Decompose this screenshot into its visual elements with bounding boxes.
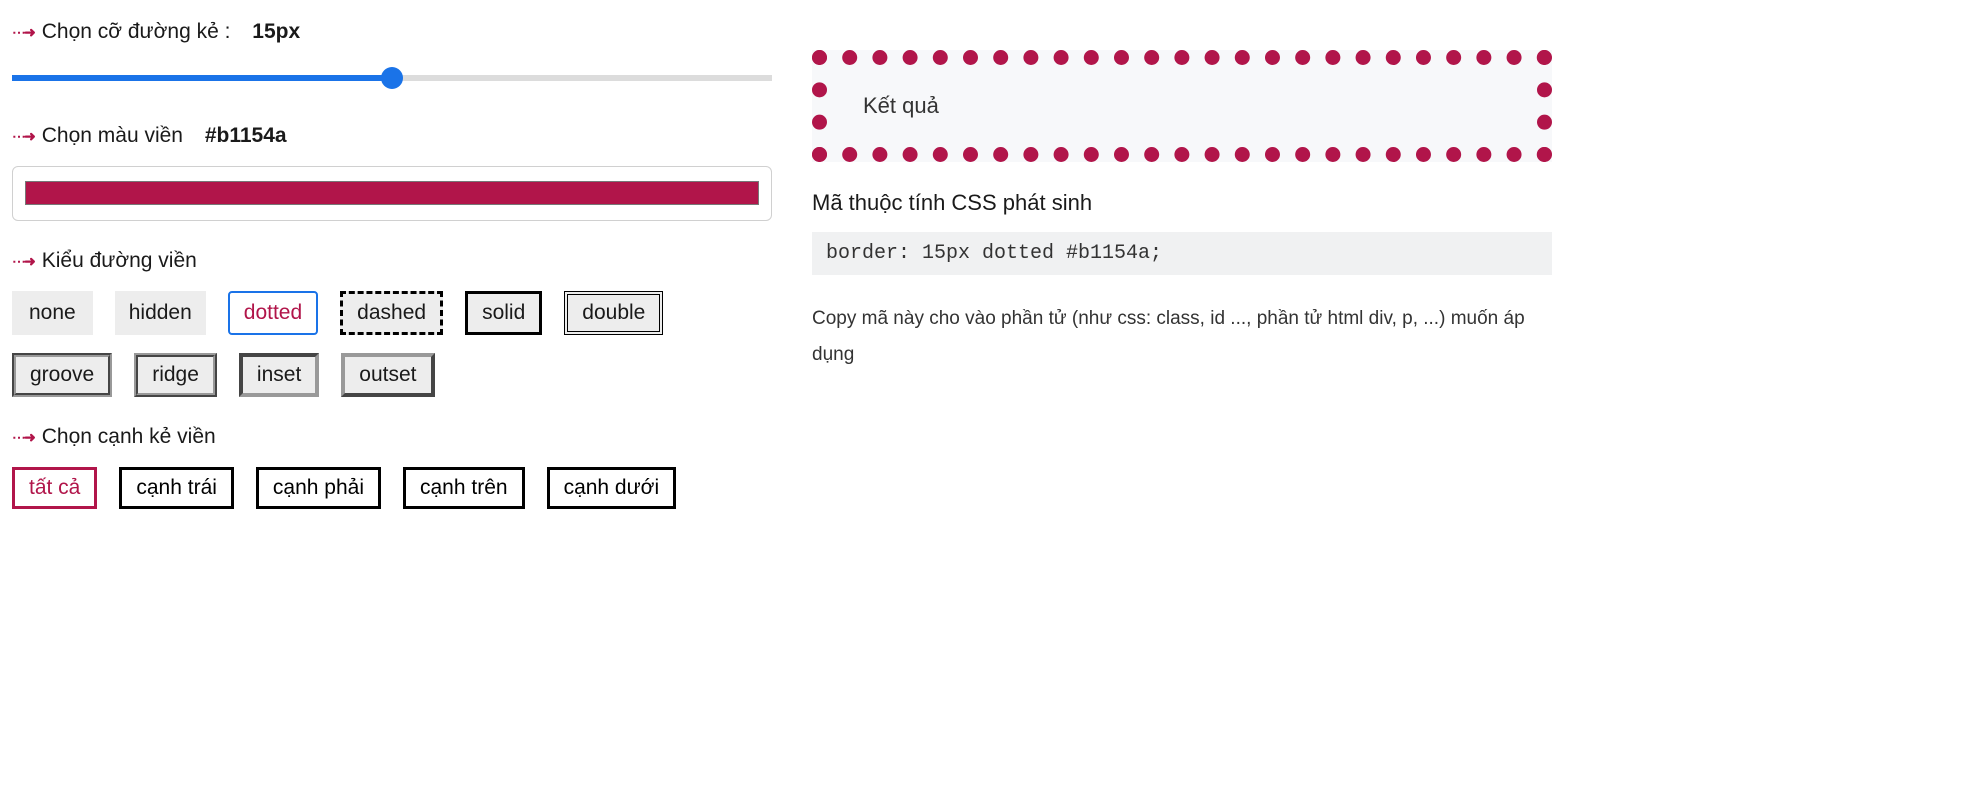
style-option-hidden[interactable]: hidden (115, 291, 206, 335)
style-option-none[interactable]: none (12, 291, 93, 335)
style-option-double[interactable]: double (564, 291, 663, 335)
arrow-right-icon: ⋯➜ (12, 24, 34, 41)
generated-css-code: border: 15px dotted #b1154a; (812, 232, 1552, 275)
side-option-all[interactable]: tất cả (12, 467, 97, 509)
border-side-label: Chọn cạnh kẻ viền (42, 425, 216, 449)
style-option-groove[interactable]: groove (12, 353, 112, 397)
style-option-dotted[interactable]: dotted (228, 291, 318, 335)
border-color-value: #b1154a (205, 124, 287, 148)
generated-css-hint: Copy mã này cho vào phần tử (như css: cl… (812, 301, 1552, 373)
border-size-section: ⋯➜ Chọn cỡ đường kẻ : 15px (12, 20, 772, 96)
border-side-header: ⋯➜ Chọn cạnh kẻ viền (12, 425, 772, 449)
result-preview: Kết quả (812, 50, 1552, 162)
border-style-header: ⋯➜ Kiểu đường viền (12, 249, 772, 273)
arrow-right-icon: ⋯➜ (12, 128, 34, 145)
border-color-input[interactable] (23, 177, 761, 209)
border-color-label: Chọn màu viền (42, 124, 183, 148)
border-side-section: ⋯➜ Chọn cạnh kẻ viền tất cả cạnh trái cạnh… (12, 425, 772, 509)
border-size-value: 15px (252, 20, 300, 44)
border-color-section: ⋯➜ Chọn màu viền #b1154a (12, 124, 772, 221)
border-color-header: ⋯➜ Chọn màu viền #b1154a (12, 124, 772, 148)
border-side-options: tất cả cạnh trái cạnh phải cạnh trên cạnh dư… (12, 467, 772, 509)
side-option-left[interactable]: cạnh trái (119, 467, 234, 509)
border-style-label: Kiểu đường viền (42, 249, 197, 273)
generated-css-title: Mã thuộc tính CSS phát sinh (812, 190, 1552, 216)
side-option-right[interactable]: cạnh phải (256, 467, 381, 509)
arrow-right-icon: ⋯➜ (12, 429, 34, 446)
result-label: Kết quả (863, 93, 939, 118)
border-style-section: ⋯➜ Kiểu đường viền none hidden dotted dashe… (12, 249, 772, 397)
style-option-ridge[interactable]: ridge (134, 353, 217, 397)
style-option-outset[interactable]: outset (341, 353, 434, 397)
style-option-solid[interactable]: solid (465, 291, 542, 335)
border-size-slider[interactable] (12, 75, 772, 81)
arrow-right-icon: ⋯➜ (12, 253, 34, 270)
side-option-bottom[interactable]: cạnh dưới (547, 467, 677, 509)
style-option-inset[interactable]: inset (239, 353, 319, 397)
border-size-header: ⋯➜ Chọn cỡ đường kẻ : 15px (12, 20, 772, 44)
style-option-dashed[interactable]: dashed (340, 291, 443, 335)
border-size-label: Chọn cỡ đường kẻ : (42, 20, 231, 44)
border-style-options: none hidden dotted dashed solid double groover… (12, 291, 772, 397)
side-option-top[interactable]: cạnh trên (403, 467, 525, 509)
